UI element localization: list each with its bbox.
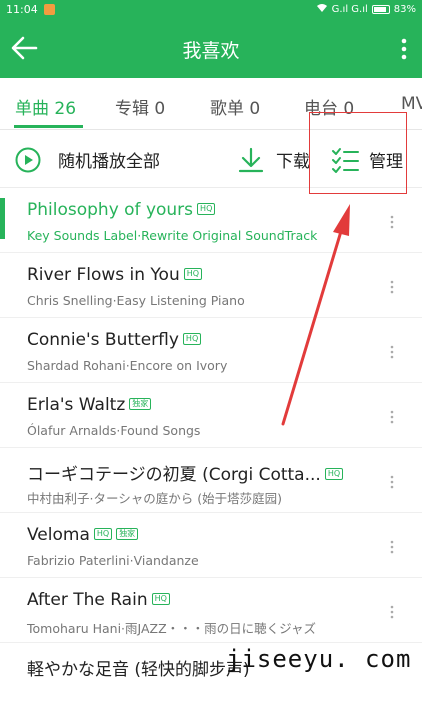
annotation-arrow bbox=[281, 204, 350, 426]
watermark: jiseeyu. com bbox=[226, 645, 412, 673]
